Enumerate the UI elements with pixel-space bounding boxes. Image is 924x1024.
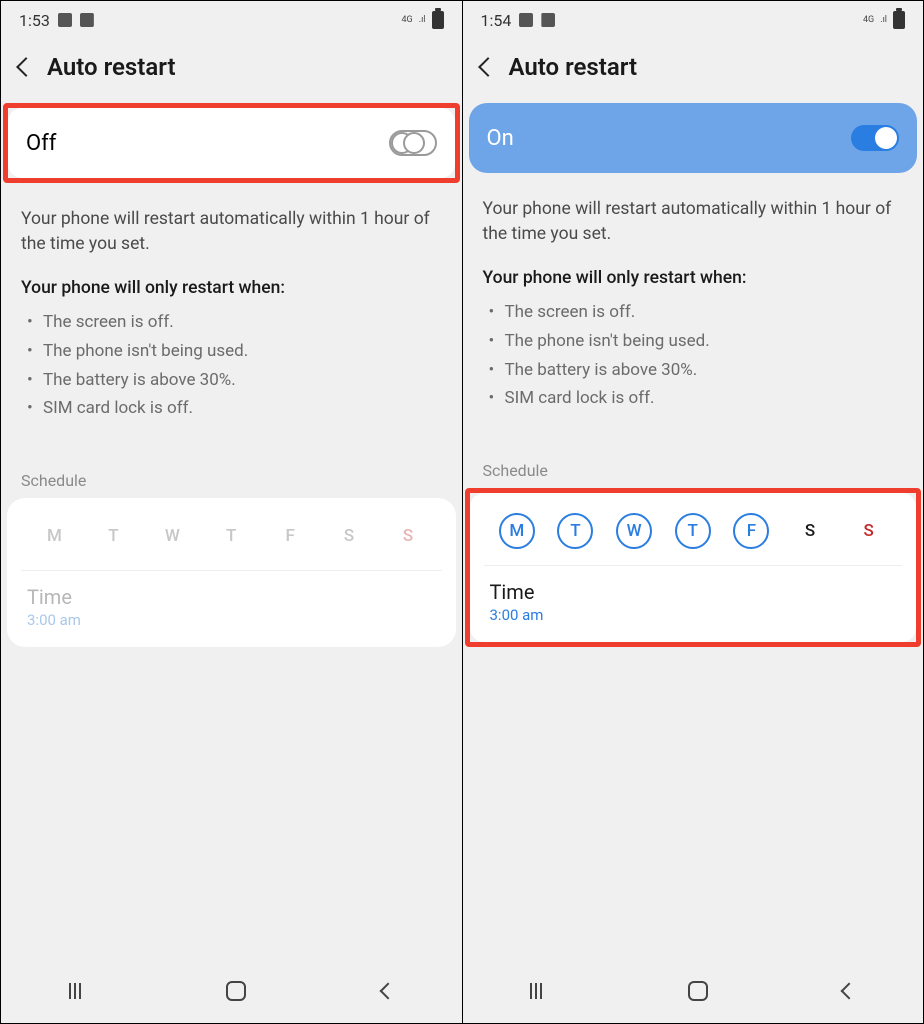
master-toggle-row[interactable]: On [469, 103, 918, 173]
battery-icon [432, 11, 444, 29]
schedule-label: Schedule [463, 431, 924, 488]
condition-item: SIM card lock is off. [483, 384, 904, 413]
picture-icon [519, 13, 533, 27]
conditions-list: The screen is off. The phone isn't being… [463, 298, 924, 432]
picture-icon [58, 13, 72, 27]
screenshot-off-state: 1:53 4G .ıl Auto restart Off Your phone … [1, 1, 462, 1023]
status-time: 1:53 [19, 11, 50, 30]
day-thu[interactable]: T [213, 518, 249, 554]
recents-button[interactable] [69, 983, 91, 999]
conditions-heading: Your phone will only restart when: [463, 262, 924, 298]
toggle-label: On [487, 126, 514, 151]
day-sun[interactable]: S [851, 513, 887, 549]
day-tue[interactable]: T [557, 513, 593, 549]
day-tue[interactable]: T [95, 518, 131, 554]
android-navbar [1, 959, 462, 1023]
day-mon[interactable]: M [499, 513, 535, 549]
day-fri[interactable]: F [733, 513, 769, 549]
page-header: Auto restart [463, 39, 924, 103]
checkbox-icon [80, 13, 94, 27]
home-button[interactable] [688, 981, 708, 1001]
schedule-card: M T W T F S S Time 3:00 am [470, 493, 917, 642]
condition-item: SIM card lock is off. [21, 394, 442, 423]
conditions-heading: Your phone will only restart when: [1, 272, 462, 308]
schedule-label: Schedule [1, 441, 462, 498]
network-indicator: 4G [402, 16, 413, 25]
day-fri[interactable]: F [272, 518, 308, 554]
status-bar: 1:54 4G .ıl [463, 1, 924, 39]
annotation-highlight: M T W T F S S Time 3:00 am [465, 488, 922, 647]
back-button[interactable] [841, 983, 858, 1000]
day-wed[interactable]: W [154, 518, 190, 554]
day-sun[interactable]: S [390, 518, 426, 554]
time-label: Time [27, 585, 436, 609]
android-navbar [463, 959, 924, 1023]
conditions-list: The screen is off. The phone isn't being… [1, 308, 462, 442]
condition-item: The battery is above 30%. [483, 356, 904, 385]
time-label: Time [490, 580, 897, 604]
toggle-switch-on[interactable] [851, 125, 899, 151]
description-text: Your phone will restart automatically wi… [463, 173, 924, 262]
condition-item: The phone isn't being used. [483, 327, 904, 356]
page-title: Auto restart [509, 53, 638, 81]
condition-item: The screen is off. [483, 298, 904, 327]
battery-icon [893, 11, 905, 29]
schedule-card: M T W T F S S Time 3:00 am [7, 498, 456, 647]
page-title: Auto restart [47, 53, 176, 81]
network-indicator: 4G [863, 16, 874, 25]
back-button[interactable] [379, 983, 396, 1000]
screenshot-on-state: 1:54 4G .ıl Auto restart On Your phone w… [462, 1, 924, 1023]
toggle-switch-off[interactable] [389, 130, 437, 156]
day-sat[interactable]: S [792, 513, 828, 549]
home-button[interactable] [226, 981, 246, 1001]
status-bar: 1:53 4G .ıl [1, 1, 462, 39]
day-sat[interactable]: S [331, 518, 367, 554]
day-wed[interactable]: W [616, 513, 652, 549]
checkbox-icon [541, 13, 555, 27]
time-row[interactable]: Time 3:00 am [21, 571, 442, 631]
master-toggle-row[interactable]: Off [8, 108, 455, 178]
day-mon[interactable]: M [36, 518, 72, 554]
status-time: 1:54 [481, 11, 512, 30]
time-value: 3:00 am [490, 606, 897, 624]
day-thu[interactable]: T [675, 513, 711, 549]
condition-item: The phone isn't being used. [21, 337, 442, 366]
back-icon[interactable] [16, 57, 36, 77]
annotation-highlight: Off [3, 103, 460, 183]
signal-icon: .ıl [419, 16, 426, 25]
days-row: M T W T F S S [484, 511, 903, 566]
page-header: Auto restart [1, 39, 462, 103]
description-text: Your phone will restart automatically wi… [1, 183, 462, 272]
condition-item: The screen is off. [21, 308, 442, 337]
condition-item: The battery is above 30%. [21, 366, 442, 395]
toggle-label: Off [26, 131, 56, 156]
time-value: 3:00 am [27, 611, 436, 629]
days-row: M T W T F S S [21, 516, 442, 571]
recents-button[interactable] [530, 983, 552, 999]
back-icon[interactable] [478, 57, 498, 77]
signal-icon: .ıl [880, 16, 887, 25]
time-row[interactable]: Time 3:00 am [484, 566, 903, 626]
